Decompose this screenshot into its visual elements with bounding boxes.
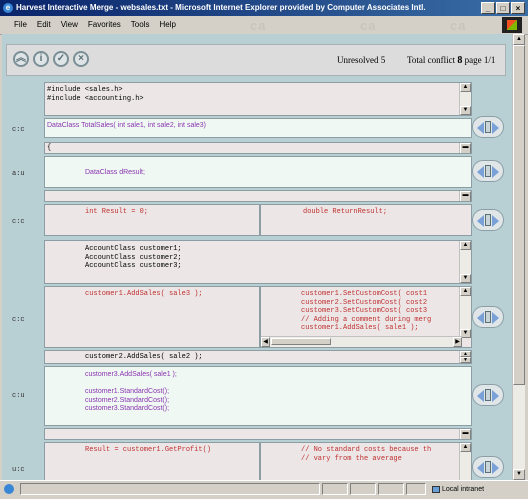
code-text: DataClass dResult; [85, 169, 145, 176]
menu-bar: File Edit View Favorites Tools Help ca c… [0, 16, 528, 35]
menu-edit[interactable]: Edit [37, 20, 51, 29]
info-icon[interactable]: i [33, 51, 49, 67]
title-bar: e Harvest Interactive Merge - websales.t… [0, 0, 528, 16]
merge-toolbar: ︽ i ✓ × Unresolved 5 Total conflict 8 pa… [6, 44, 506, 76]
ca-watermark: ca [360, 18, 377, 33]
conflict-label: u:c [12, 466, 25, 474]
code-text: Result = customer1.GetProfit() [85, 446, 212, 454]
close-button[interactable]: × [511, 2, 525, 14]
page-scroll-thumb[interactable] [513, 45, 525, 385]
conflict-left-pane[interactable]: int Result = 0; [44, 204, 260, 236]
conflict-label: c:c [12, 126, 25, 134]
conflict-nav-button[interactable] [472, 456, 504, 478]
code-text: AccountClass customer1; AccountClass cus… [85, 245, 182, 271]
conflict-nav-button[interactable] [472, 160, 504, 182]
code-text: customer1.AddSales( sale3 ); [85, 290, 203, 298]
status-cell [350, 483, 376, 495]
code-text: customer1.SetCustomCost( cost1 customer2… [301, 290, 432, 333]
conflict-nav-button[interactable] [472, 209, 504, 231]
code-block[interactable]: { ▬ [44, 142, 472, 154]
menu-help[interactable]: Help [159, 20, 175, 29]
conflict-block[interactable]: DataClass dResult; [44, 156, 472, 188]
code-text: { [47, 144, 52, 152]
page-scrollbar[interactable]: ▲ ▼ [512, 34, 525, 480]
status-cell [322, 483, 348, 495]
conflict-left-pane[interactable]: customer1.AddSales( sale3 ); [44, 286, 260, 348]
merge-content: ︽ i ✓ × Unresolved 5 Total conflict 8 pa… [2, 34, 512, 480]
conflict-nav-button[interactable] [472, 116, 504, 138]
menu-favorites[interactable]: Favorites [88, 20, 121, 29]
status-cell [20, 483, 320, 495]
menu-view[interactable]: View [61, 20, 78, 29]
conflict-nav-button[interactable] [472, 306, 504, 328]
code-text: double ReturnResult; [303, 208, 388, 216]
conflict-label: c:c [12, 218, 25, 226]
code-text: #include <sales.h> #include <accounting.… [47, 86, 144, 103]
conflict-left-pane[interactable]: Result = customer1.GetProfit() [44, 442, 260, 480]
status-cell [406, 483, 426, 495]
total-conflict-count: 8 [457, 55, 463, 66]
conflict-label: c:u [12, 392, 25, 400]
ie-logo-icon: e [3, 3, 13, 13]
window-title: Harvest Interactive Merge - websales.txt… [16, 3, 426, 12]
check-icon[interactable]: ✓ [53, 51, 69, 67]
windows-logo-icon [502, 17, 522, 33]
code-text: customer2.AddSales( sale2 ); [85, 353, 203, 361]
conflict-block[interactable]: customer3.AddSales( sale1 ); customer1.S… [44, 366, 472, 426]
maximize-button[interactable]: □ [496, 2, 510, 14]
code-text: DataClass TotalSales( int sale1, int sal… [47, 122, 207, 129]
code-block[interactable]: ▬ [44, 190, 472, 202]
conflict-right-pane[interactable]: double ReturnResult; [260, 204, 472, 236]
ca-watermark: ca [250, 18, 267, 33]
conflict-block[interactable]: DataClass TotalSales( int sale1, int sal… [44, 118, 472, 138]
status-cell [378, 483, 404, 495]
status-bar: Local intranet [0, 480, 528, 499]
conflict-nav-button[interactable] [472, 384, 504, 406]
conflict-label: a:u [12, 170, 25, 178]
code-block[interactable]: ▬ [44, 428, 472, 440]
code-block[interactable]: customer2.AddSales( sale2 ); ▲ ▼ [44, 350, 472, 364]
code-text: int Result = 0; [85, 208, 149, 216]
conflict-right-pane[interactable]: customer1.SetCustomCost( cost1 customer2… [260, 286, 472, 348]
conflict-label: c:c [12, 316, 25, 324]
unresolved-count: Unresolved 5 [337, 55, 386, 65]
code-block[interactable]: AccountClass customer1; AccountClass cus… [44, 240, 472, 284]
page-icon [4, 484, 14, 494]
conflict-summary: Total conflict 8 page 1/1 [407, 55, 496, 66]
cancel-icon[interactable]: × [73, 51, 89, 67]
menu-file[interactable]: File [14, 20, 27, 29]
conflict-right-pane[interactable]: // No standard costs because th // vary … [260, 442, 472, 480]
minimize-button[interactable]: _ [481, 2, 495, 14]
up-arrows-icon[interactable]: ︽ [13, 51, 29, 67]
window-controls: _ □ × [481, 2, 525, 14]
code-text: customer3.AddSales( sale1 ); customer1.S… [85, 371, 177, 413]
ca-watermark: ca [450, 18, 467, 33]
menu-tools[interactable]: Tools [131, 20, 150, 29]
code-block[interactable]: #include <sales.h> #include <accounting.… [44, 82, 472, 116]
security-zone: Local intranet [430, 484, 520, 496]
code-text: // No standard costs because th // vary … [301, 446, 432, 463]
